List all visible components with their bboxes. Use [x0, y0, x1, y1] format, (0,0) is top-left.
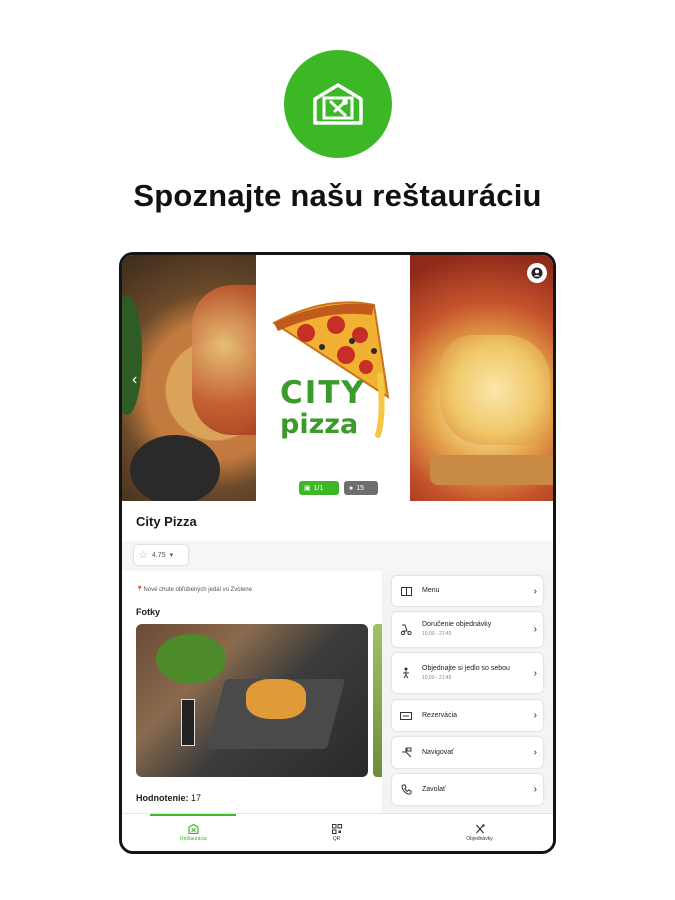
- navigation-icon: [398, 745, 414, 761]
- menu-book-icon: [398, 583, 414, 599]
- delivery-icon: [398, 622, 414, 638]
- brand-name-line1: CITY: [280, 375, 366, 411]
- tablet-frame: CITY pizza ‹ ▣ 1/1 ● 15 City Pizza ☆ 4.7…: [119, 252, 556, 854]
- chevron-right-icon: ›: [533, 747, 537, 758]
- food-photo[interactable]: [136, 624, 368, 777]
- chevron-right-icon: ›: [533, 624, 537, 635]
- tab-orders[interactable]: Objednávky: [408, 814, 551, 851]
- prev-arrow-icon[interactable]: ‹: [132, 371, 137, 389]
- reservation-icon: [398, 708, 414, 724]
- app-logo: [284, 50, 392, 158]
- chevron-down-icon: ▾: [169, 552, 174, 559]
- restaurant-logo: CITY pizza: [256, 255, 410, 501]
- chevron-right-icon: ›: [533, 710, 537, 721]
- phone-icon: [398, 782, 414, 798]
- actions-pane: Menu › Doručenie objednávky 10:00 - 21:45…: [382, 571, 553, 813]
- restaurant-name: City Pizza: [136, 514, 197, 529]
- page-headline: Spoznajte našu reštauráciu: [133, 178, 542, 213]
- photos-counter[interactable]: ▣ 1/1: [299, 481, 339, 495]
- restaurant-sheet: City Pizza ☆ 4.75 ▾ 📍Nové chute obľúbený…: [122, 501, 553, 813]
- chevron-right-icon: ›: [533, 784, 537, 795]
- qr-icon: [331, 824, 342, 834]
- star-icon: ☆: [139, 549, 148, 561]
- action-call[interactable]: Zavolať ›: [392, 774, 543, 805]
- action-reservation[interactable]: Rezervácia ›: [392, 700, 543, 731]
- cutlery-icon: [475, 824, 485, 834]
- restaurant-home-icon: [313, 83, 363, 125]
- brand-name-line2: pizza: [280, 409, 359, 440]
- action-navigate[interactable]: Navigovať ›: [392, 737, 543, 768]
- chevron-right-icon: ›: [533, 667, 537, 679]
- photos-heading: Fotky: [136, 607, 161, 617]
- action-takeaway[interactable]: Objednajte si jedlo so sebou 10:00 - 21:4…: [392, 653, 543, 693]
- chat-icon: ●: [349, 484, 354, 492]
- camera-icon: ▣: [304, 485, 311, 492]
- account-button[interactable]: [527, 263, 547, 283]
- account-icon: [531, 267, 543, 279]
- takeaway-icon: [398, 665, 414, 681]
- rating-chip[interactable]: ☆ 4.75 ▾: [134, 545, 188, 565]
- hero-photo-left: [122, 255, 272, 501]
- action-delivery[interactable]: Doručenie objednávky 10:00 - 21:45 ›: [392, 612, 543, 647]
- hero-photo-right: [410, 255, 553, 501]
- restaurant-icon: [188, 824, 199, 834]
- info-pane: 📍Nové chute obľúbených jedál vo Zvolene …: [122, 571, 383, 813]
- tab-qr[interactable]: QR: [265, 814, 408, 851]
- reviews-counter[interactable]: ● 15: [344, 481, 378, 495]
- bottom-navigation: Reštaurácia QR Objednávky: [122, 813, 553, 851]
- chevron-right-icon: ›: [533, 585, 537, 597]
- restaurant-tagline: 📍Nové chute obľúbených jedál vo Zvolene: [136, 587, 252, 593]
- rating-summary: Hodnotenie: 17: [136, 793, 202, 803]
- rating-value: 4.75: [151, 551, 166, 559]
- rating-row: ☆ 4.75 ▾: [122, 541, 553, 571]
- tab-restaurant[interactable]: Reštaurácia: [122, 814, 265, 851]
- action-menu[interactable]: Menu ›: [392, 576, 543, 606]
- hero-banner: CITY pizza ‹ ▣ 1/1 ● 15: [122, 255, 553, 501]
